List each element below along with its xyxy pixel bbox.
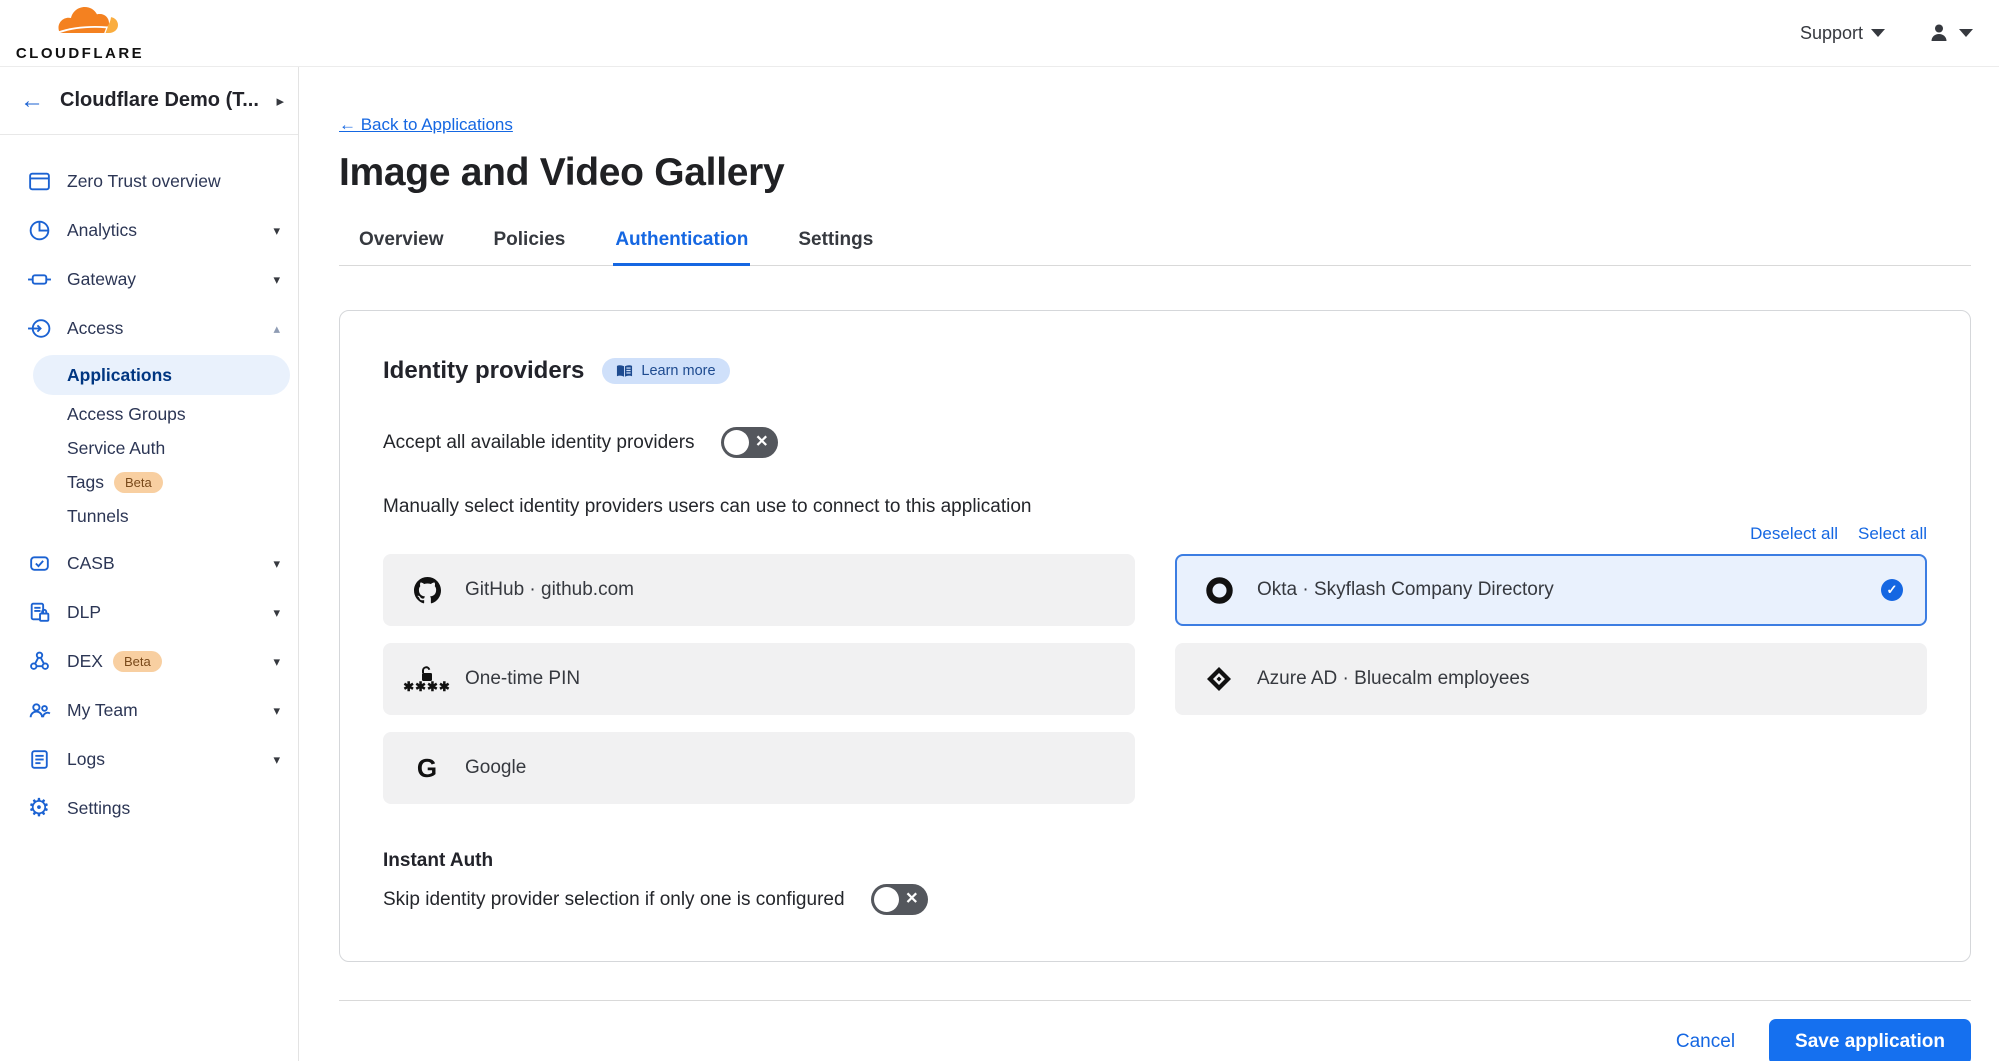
tab-settings[interactable]: Settings bbox=[796, 221, 875, 266]
support-label: Support bbox=[1800, 23, 1863, 44]
sidebar-nav: Zero Trust overview Analytics ▾ bbox=[0, 135, 298, 833]
back-arrow-icon[interactable]: ← bbox=[20, 89, 44, 113]
github-icon bbox=[411, 577, 443, 604]
provider-tile-one-time-pin[interactable]: ✱✱✱✱ One-time PIN bbox=[383, 643, 1135, 715]
sidebar-item-logs[interactable]: Logs ▾ bbox=[0, 735, 298, 784]
sidebar-item-settings[interactable]: ⚙ Settings bbox=[0, 784, 298, 833]
cloudflare-wordmark: CLOUDFLARE bbox=[16, 45, 144, 62]
learn-more-label: Learn more bbox=[641, 363, 715, 379]
provider-grid: GitHub · github.com Okta · Skyflash Comp… bbox=[383, 554, 1927, 804]
document-lines-icon bbox=[25, 747, 53, 772]
sidebar-item-gateway[interactable]: Gateway ▾ bbox=[0, 255, 298, 304]
tab-overview[interactable]: Overview bbox=[357, 221, 446, 266]
pie-chart-icon bbox=[25, 218, 53, 243]
sidebar-item-zero-trust-overview[interactable]: Zero Trust overview bbox=[0, 157, 298, 206]
sidebar-item-my-team[interactable]: My Team ▾ bbox=[0, 686, 298, 735]
sidebar-item-analytics[interactable]: Analytics ▾ bbox=[0, 206, 298, 255]
network-nodes-icon bbox=[25, 649, 53, 674]
accept-all-label: Accept all available identity providers bbox=[383, 432, 695, 454]
account-name: Cloudflare Demo (T... bbox=[60, 89, 276, 112]
sidebar: ← Cloudflare Demo (T... ▸ Zero Trust ove… bbox=[0, 67, 299, 1061]
sidebar-item-dex[interactable]: DEX Beta ▾ bbox=[0, 637, 298, 686]
access-subnav: Applications Access Groups Service Auth … bbox=[0, 353, 298, 539]
chevron-right-icon[interactable]: ▸ bbox=[276, 92, 284, 110]
sidebar-item-casb[interactable]: CASB ▾ bbox=[0, 539, 298, 588]
chevron-down-icon: ▾ bbox=[273, 752, 280, 768]
back-to-applications-link[interactable]: ← Back to Applications bbox=[339, 115, 513, 135]
sidebar-item-dlp[interactable]: DLP ▾ bbox=[0, 588, 298, 637]
manual-select-text: Manually select identity providers users… bbox=[383, 496, 1927, 518]
tab-authentication[interactable]: Authentication bbox=[613, 221, 750, 266]
google-g-icon: G bbox=[411, 755, 443, 781]
okta-icon bbox=[1203, 577, 1235, 604]
chevron-down-icon: ▾ bbox=[273, 223, 280, 239]
deselect-all-link[interactable]: Deselect all bbox=[1750, 524, 1838, 544]
chevron-down-icon bbox=[1959, 29, 1973, 37]
beta-badge: Beta bbox=[114, 472, 163, 493]
account-menu[interactable] bbox=[1927, 21, 1973, 45]
toggle-knob bbox=[724, 430, 749, 455]
instant-auth-toggle[interactable]: ✕ bbox=[871, 884, 928, 915]
tab-bar: Overview Policies Authentication Setting… bbox=[339, 221, 1971, 266]
browser-window-icon bbox=[25, 169, 53, 194]
toggle-off-x-icon: ✕ bbox=[755, 434, 768, 450]
tab-policies[interactable]: Policies bbox=[492, 221, 568, 266]
learn-more-badge[interactable]: Learn more bbox=[602, 358, 729, 384]
provider-tile-google[interactable]: G Google bbox=[383, 732, 1135, 804]
provider-tile-azure-ad[interactable]: Azure AD · Bluecalm employees bbox=[1175, 643, 1927, 715]
instant-auth-heading: Instant Auth bbox=[383, 850, 1927, 872]
sidebar-account-header: ← Cloudflare Demo (T... ▸ bbox=[0, 67, 298, 135]
card-title: Identity providers bbox=[383, 357, 584, 385]
cloudflare-cloud-icon bbox=[34, 5, 126, 47]
provider-tile-github[interactable]: GitHub · github.com bbox=[383, 554, 1135, 626]
access-arrow-icon bbox=[25, 316, 53, 341]
sidebar-item-tags[interactable]: Tags Beta bbox=[0, 465, 298, 499]
gateway-icon bbox=[25, 267, 53, 292]
user-icon bbox=[1927, 21, 1951, 45]
grid-empty-cell bbox=[1175, 732, 1927, 804]
sidebar-item-applications[interactable]: Applications bbox=[33, 355, 290, 395]
gear-icon: ⚙ bbox=[25, 796, 53, 821]
main-content: ← Back to Applications Image and Video G… bbox=[299, 67, 1999, 1061]
cancel-button[interactable]: Cancel bbox=[1676, 1031, 1735, 1053]
sidebar-item-service-auth[interactable]: Service Auth bbox=[0, 431, 298, 465]
beta-badge: Beta bbox=[113, 651, 162, 672]
azure-ad-icon bbox=[1203, 666, 1235, 692]
sidebar-item-tunnels[interactable]: Tunnels bbox=[0, 499, 298, 533]
accept-all-toggle[interactable]: ✕ bbox=[721, 427, 778, 458]
sidebar-item-access-groups[interactable]: Access Groups bbox=[0, 397, 298, 431]
provider-tile-okta[interactable]: Okta · Skyflash Company Directory ✓ bbox=[1175, 554, 1927, 626]
support-menu[interactable]: Support bbox=[1800, 23, 1885, 44]
instant-auth-label: Skip identity provider selection if only… bbox=[383, 889, 845, 911]
cloudflare-zero-trust-page: CLOUDFLARE Support ← Cloudflare Demo (T.… bbox=[0, 0, 1999, 1061]
chevron-down-icon: ▾ bbox=[273, 703, 280, 719]
cloudflare-logo[interactable]: CLOUDFLARE bbox=[14, 5, 146, 62]
one-time-pin-lock-icon: ✱✱✱✱ bbox=[411, 666, 443, 692]
identity-providers-card: Identity providers Learn more Accept all… bbox=[339, 310, 1971, 962]
toggle-off-x-icon: ✕ bbox=[905, 891, 918, 907]
chevron-down-icon: ▾ bbox=[273, 654, 280, 670]
chevron-down-icon: ▾ bbox=[273, 556, 280, 572]
selected-check-icon: ✓ bbox=[1881, 579, 1903, 601]
page-title: Image and Video Gallery bbox=[339, 151, 1971, 195]
document-lock-icon bbox=[25, 600, 53, 625]
toggle-knob bbox=[874, 887, 899, 912]
top-bar: CLOUDFLARE Support bbox=[0, 0, 1999, 67]
save-application-button[interactable]: Save application bbox=[1769, 1019, 1971, 1061]
sidebar-item-access[interactable]: Access ▴ bbox=[0, 304, 298, 353]
action-footer: Cancel Save application bbox=[339, 1000, 1971, 1061]
people-icon bbox=[25, 698, 53, 723]
chevron-down-icon: ▾ bbox=[273, 605, 280, 621]
book-icon bbox=[616, 364, 633, 379]
chevron-up-icon: ▴ bbox=[273, 321, 280, 337]
top-bar-right: Support bbox=[1800, 21, 1973, 45]
select-all-link[interactable]: Select all bbox=[1858, 524, 1927, 544]
casb-check-icon bbox=[25, 551, 53, 576]
chevron-down-icon: ▾ bbox=[273, 272, 280, 288]
chevron-down-icon bbox=[1871, 29, 1885, 37]
